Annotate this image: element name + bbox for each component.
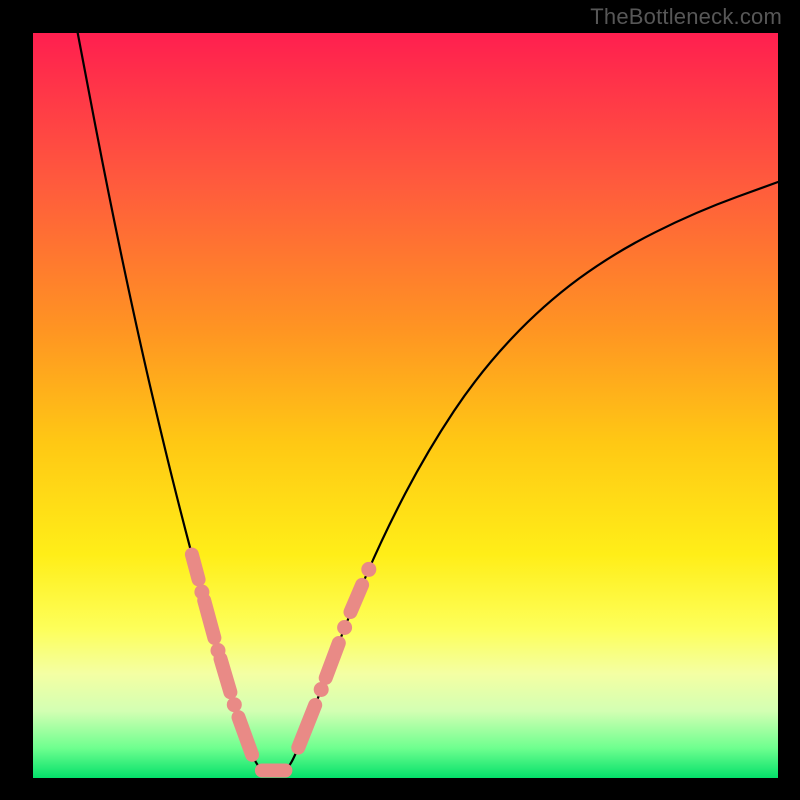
highlight-segment [239, 717, 253, 755]
chart-svg [33, 33, 778, 778]
highlight-segment [298, 705, 315, 748]
chart-frame: TheBottleneck.com [0, 0, 800, 800]
v-curve [78, 33, 778, 776]
highlight-segment [351, 585, 363, 612]
highlight-dots [192, 555, 376, 771]
highlight-dot [361, 562, 376, 577]
highlight-dot [337, 620, 352, 635]
plot-area [33, 33, 778, 778]
highlight-segment [192, 555, 199, 580]
highlight-segment [326, 643, 339, 678]
highlight-segment [221, 659, 231, 692]
watermark-text: TheBottleneck.com [590, 4, 782, 30]
highlight-dot [227, 697, 242, 712]
highlight-segment [204, 600, 214, 638]
